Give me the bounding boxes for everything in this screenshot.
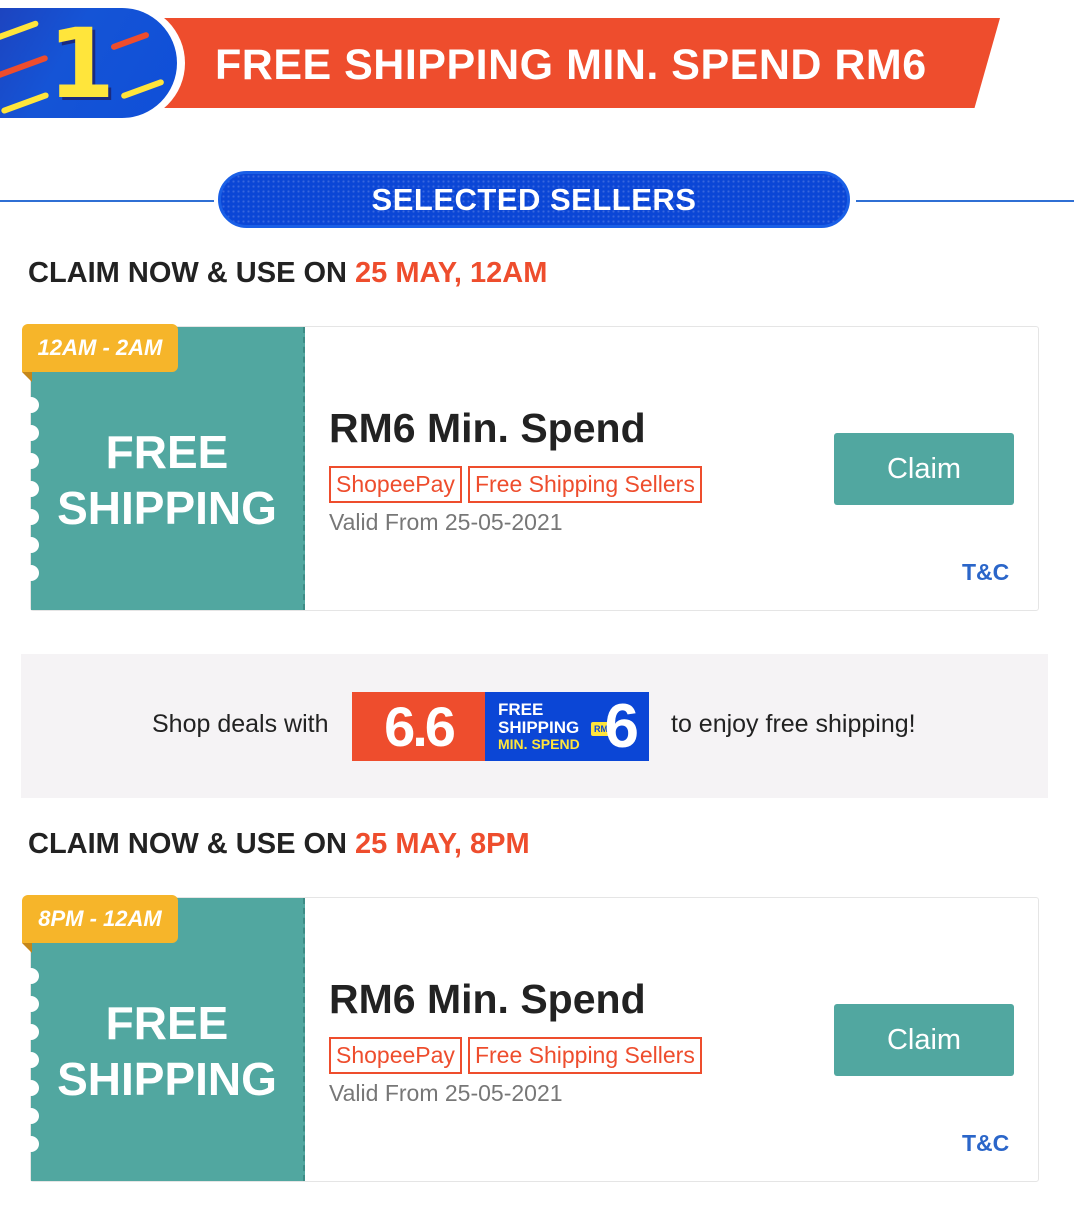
free-shipping-label: FREE SHIPPING	[57, 424, 277, 536]
voucher-tags: ShopeePay Free Shipping Sellers	[329, 1037, 702, 1074]
ticket-notch	[23, 509, 39, 525]
logo-line2: SHIPPING	[498, 718, 580, 737]
ticket-notch	[23, 996, 39, 1012]
free-shipping-66-logo: 6.6 FREE SHIPPING MIN. SPEND RM 6	[352, 692, 649, 761]
ticket-notch	[23, 537, 39, 553]
logo-line3: MIN. SPEND	[498, 736, 580, 752]
voucher-card-1: FREE SHIPPING RM6 Min. Spend ShopeePay F…	[23, 326, 1039, 611]
ticket-notch	[23, 425, 39, 441]
section-heading-date: 25 MAY, 12AM	[355, 257, 548, 289]
tag-free-shipping-sellers: Free Shipping Sellers	[467, 466, 702, 503]
ticket-notch	[23, 968, 39, 984]
tag-shopeepay: ShopeePay	[329, 466, 462, 503]
banner-number-badge: 1	[0, 4, 185, 122]
banner-title: FREE SHIPPING MIN. SPEND RM6	[215, 41, 927, 89]
free-label-line1: FREE	[105, 996, 229, 1049]
ticket-notch	[23, 1136, 39, 1152]
voucher-valid-date: Valid From 25-05-2021	[329, 509, 563, 535]
free-label-line2: SHIPPING	[57, 481, 277, 534]
voucher-title: RM6 Min. Spend	[329, 976, 646, 1022]
ticket-notch	[23, 1108, 39, 1124]
voucher-title: RM6 Min. Spend	[329, 405, 646, 451]
promo-strip[interactable]: Shop deals with 6.6 FREE SHIPPING MIN. S…	[21, 654, 1048, 798]
section-heading-1: CLAIM NOW & USE ON 25 MAY, 12AM	[28, 257, 547, 290]
section-heading-date: 25 MAY, 8PM	[355, 828, 530, 860]
tag-free-shipping-sellers: Free Shipping Sellers	[467, 1037, 702, 1074]
tnc-link[interactable]: T&C	[962, 559, 1009, 586]
free-shipping-label: FREE SHIPPING	[57, 995, 277, 1107]
divider-right	[856, 200, 1074, 202]
voucher-tags: ShopeePay Free Shipping Sellers	[329, 466, 702, 503]
decor-streak	[120, 78, 165, 100]
promo-text-after: to enjoy free shipping!	[671, 710, 916, 738]
claim-button[interactable]: Claim	[834, 1004, 1014, 1076]
ticket-notch	[23, 453, 39, 469]
time-tag: 8PM - 12AM	[22, 895, 178, 943]
ticket-notch	[23, 1052, 39, 1068]
logo-free-shipping-block: FREE SHIPPING MIN. SPEND RM 6	[485, 692, 649, 761]
divider-left	[0, 200, 214, 202]
banner-number: 1	[48, 8, 115, 118]
ticket-notch	[23, 1024, 39, 1040]
tag-shopeepay: ShopeePay	[329, 1037, 462, 1074]
logo-line1: FREE	[498, 700, 544, 719]
ticket-notch	[23, 565, 39, 581]
logo-66: 6.6	[352, 692, 485, 761]
ticket-notch	[23, 1080, 39, 1096]
section-heading-prefix: CLAIM NOW & USE ON	[28, 257, 356, 289]
decor-streak	[0, 54, 49, 88]
free-label-line2: SHIPPING	[57, 1052, 277, 1105]
time-tag: 12AM - 2AM	[22, 324, 178, 372]
decor-streak	[0, 91, 50, 115]
tnc-link[interactable]: T&C	[962, 1130, 1009, 1157]
voucher-card-2: FREE SHIPPING RM6 Min. Spend ShopeePay F…	[23, 897, 1039, 1182]
decor-streak	[0, 19, 40, 47]
promo-text-before: Shop deals with	[152, 710, 329, 738]
time-tag-fold	[22, 372, 32, 382]
logo-six: 6	[604, 692, 639, 761]
ticket-notch	[23, 397, 39, 413]
time-tag-fold	[22, 943, 32, 953]
ticket-notch	[23, 481, 39, 497]
selected-sellers-label: SELECTED SELLERS	[371, 181, 697, 217]
voucher-valid-date: Valid From 25-05-2021	[329, 1080, 563, 1106]
section-heading-2: CLAIM NOW & USE ON 25 MAY, 8PM	[28, 828, 530, 861]
selected-sellers-pill: SELECTED SELLERS	[218, 171, 850, 228]
claim-button[interactable]: Claim	[834, 433, 1014, 505]
top-banner: FREE SHIPPING MIN. SPEND RM6 1	[0, 0, 1074, 130]
decor-streak	[110, 31, 150, 51]
free-label-line1: FREE	[105, 425, 229, 478]
section-heading-prefix: CLAIM NOW & USE ON	[28, 828, 356, 860]
